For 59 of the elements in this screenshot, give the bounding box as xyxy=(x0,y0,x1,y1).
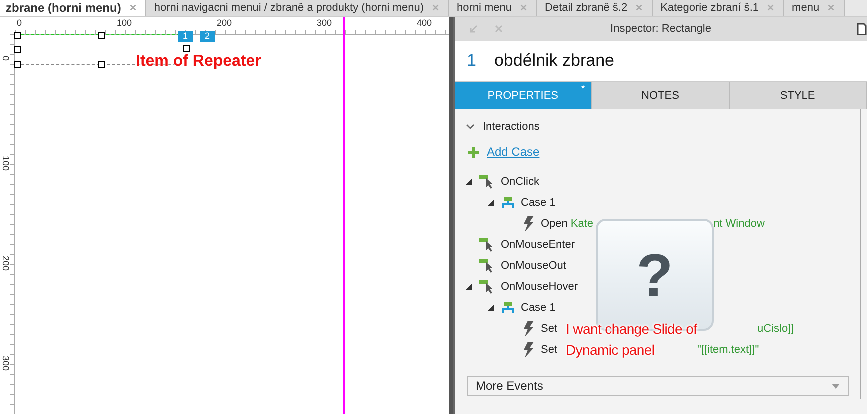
resize-handle[interactable] xyxy=(183,45,190,52)
ruler-label: 300 xyxy=(1,356,11,372)
document-tab[interactable]: horni navigacni menui / zbraně a produkty (horni menu) ✕ xyxy=(146,0,449,16)
caret-icon xyxy=(832,384,840,388)
item-number: 1 xyxy=(467,51,476,71)
inspector-tab[interactable]: STYLE xyxy=(730,82,867,109)
expand-triangle-icon[interactable] xyxy=(487,198,495,206)
event-name[interactable]: OnMouseEnter xyxy=(501,238,575,250)
cursor-icon xyxy=(479,258,495,272)
ruler-label: 200 xyxy=(1,256,11,272)
event-name[interactable]: OnClick xyxy=(501,176,540,188)
lightning-icon xyxy=(523,342,535,358)
add-case-link[interactable]: Add Case xyxy=(487,145,540,159)
cursor-icon xyxy=(479,174,495,188)
case-name[interactable]: Case 1 xyxy=(521,302,556,314)
resize-handle[interactable] xyxy=(98,32,105,39)
item-name[interactable]: obdélnik zbrane xyxy=(494,51,614,71)
cursor-icon xyxy=(479,280,495,294)
action-detail: nt Window xyxy=(714,218,765,230)
ruler-label: 300 xyxy=(317,18,332,28)
ruler-label: 200 xyxy=(217,18,232,28)
cursor-icon xyxy=(479,238,495,252)
lightning-icon xyxy=(523,216,535,232)
resize-handle[interactable] xyxy=(14,61,21,68)
chevron-icon[interactable] xyxy=(466,124,475,130)
scrollbar[interactable] xyxy=(449,17,453,414)
flowchart-icon xyxy=(501,302,515,314)
action-detail: Kate xyxy=(570,218,594,230)
inspector-title: Inspector: Rectangle xyxy=(610,23,712,35)
action-detail: uCislo]] xyxy=(758,322,794,334)
ruler-label: 0 xyxy=(1,56,11,62)
document-tab[interactable]: horni menu ✕ xyxy=(449,0,538,16)
document-tab[interactable]: menu ✕ xyxy=(784,0,845,16)
more-events-dropdown[interactable]: More Events xyxy=(467,376,849,396)
action-verb[interactable]: Open xyxy=(541,218,568,230)
inspector-tab[interactable]: NOTES xyxy=(592,82,730,109)
event-name[interactable]: OnMouseOut xyxy=(501,260,566,272)
action-verb[interactable]: Set xyxy=(541,344,558,356)
resize-handle[interactable] xyxy=(98,61,105,68)
case-name[interactable]: Case 1 xyxy=(521,196,556,208)
expand-triangle-icon[interactable] xyxy=(465,282,473,290)
document-tab[interactable]: Kategorie zbraní š.1 ✕ xyxy=(652,0,784,16)
document-tab[interactable]: Detail zbraně š.2 ✕ xyxy=(537,0,653,16)
section-header[interactable]: Interactions xyxy=(455,119,867,135)
ruler-label: 100 xyxy=(1,156,11,172)
ruler-label: 0 xyxy=(17,18,22,28)
ruler-label: 100 xyxy=(117,18,132,28)
expand-triangle-icon[interactable] xyxy=(465,178,473,186)
annotation-text: I want change Slide of Dynamic panel xyxy=(566,320,698,360)
expand-triangle-icon[interactable] xyxy=(487,304,495,312)
lightning-icon xyxy=(523,320,535,336)
annotation-text: Item of Repeater xyxy=(136,53,262,70)
action-verb[interactable]: Set xyxy=(541,322,558,334)
event-name[interactable]: OnMouseHover xyxy=(501,280,578,292)
document-tab[interactable]: zbrane (horni menu) ✕ xyxy=(0,0,146,16)
ruler-label: 400 xyxy=(417,18,432,28)
flowchart-icon xyxy=(501,196,515,208)
page-icon[interactable] xyxy=(857,23,867,35)
action-detail: "[[item.text]]" xyxy=(698,344,760,356)
